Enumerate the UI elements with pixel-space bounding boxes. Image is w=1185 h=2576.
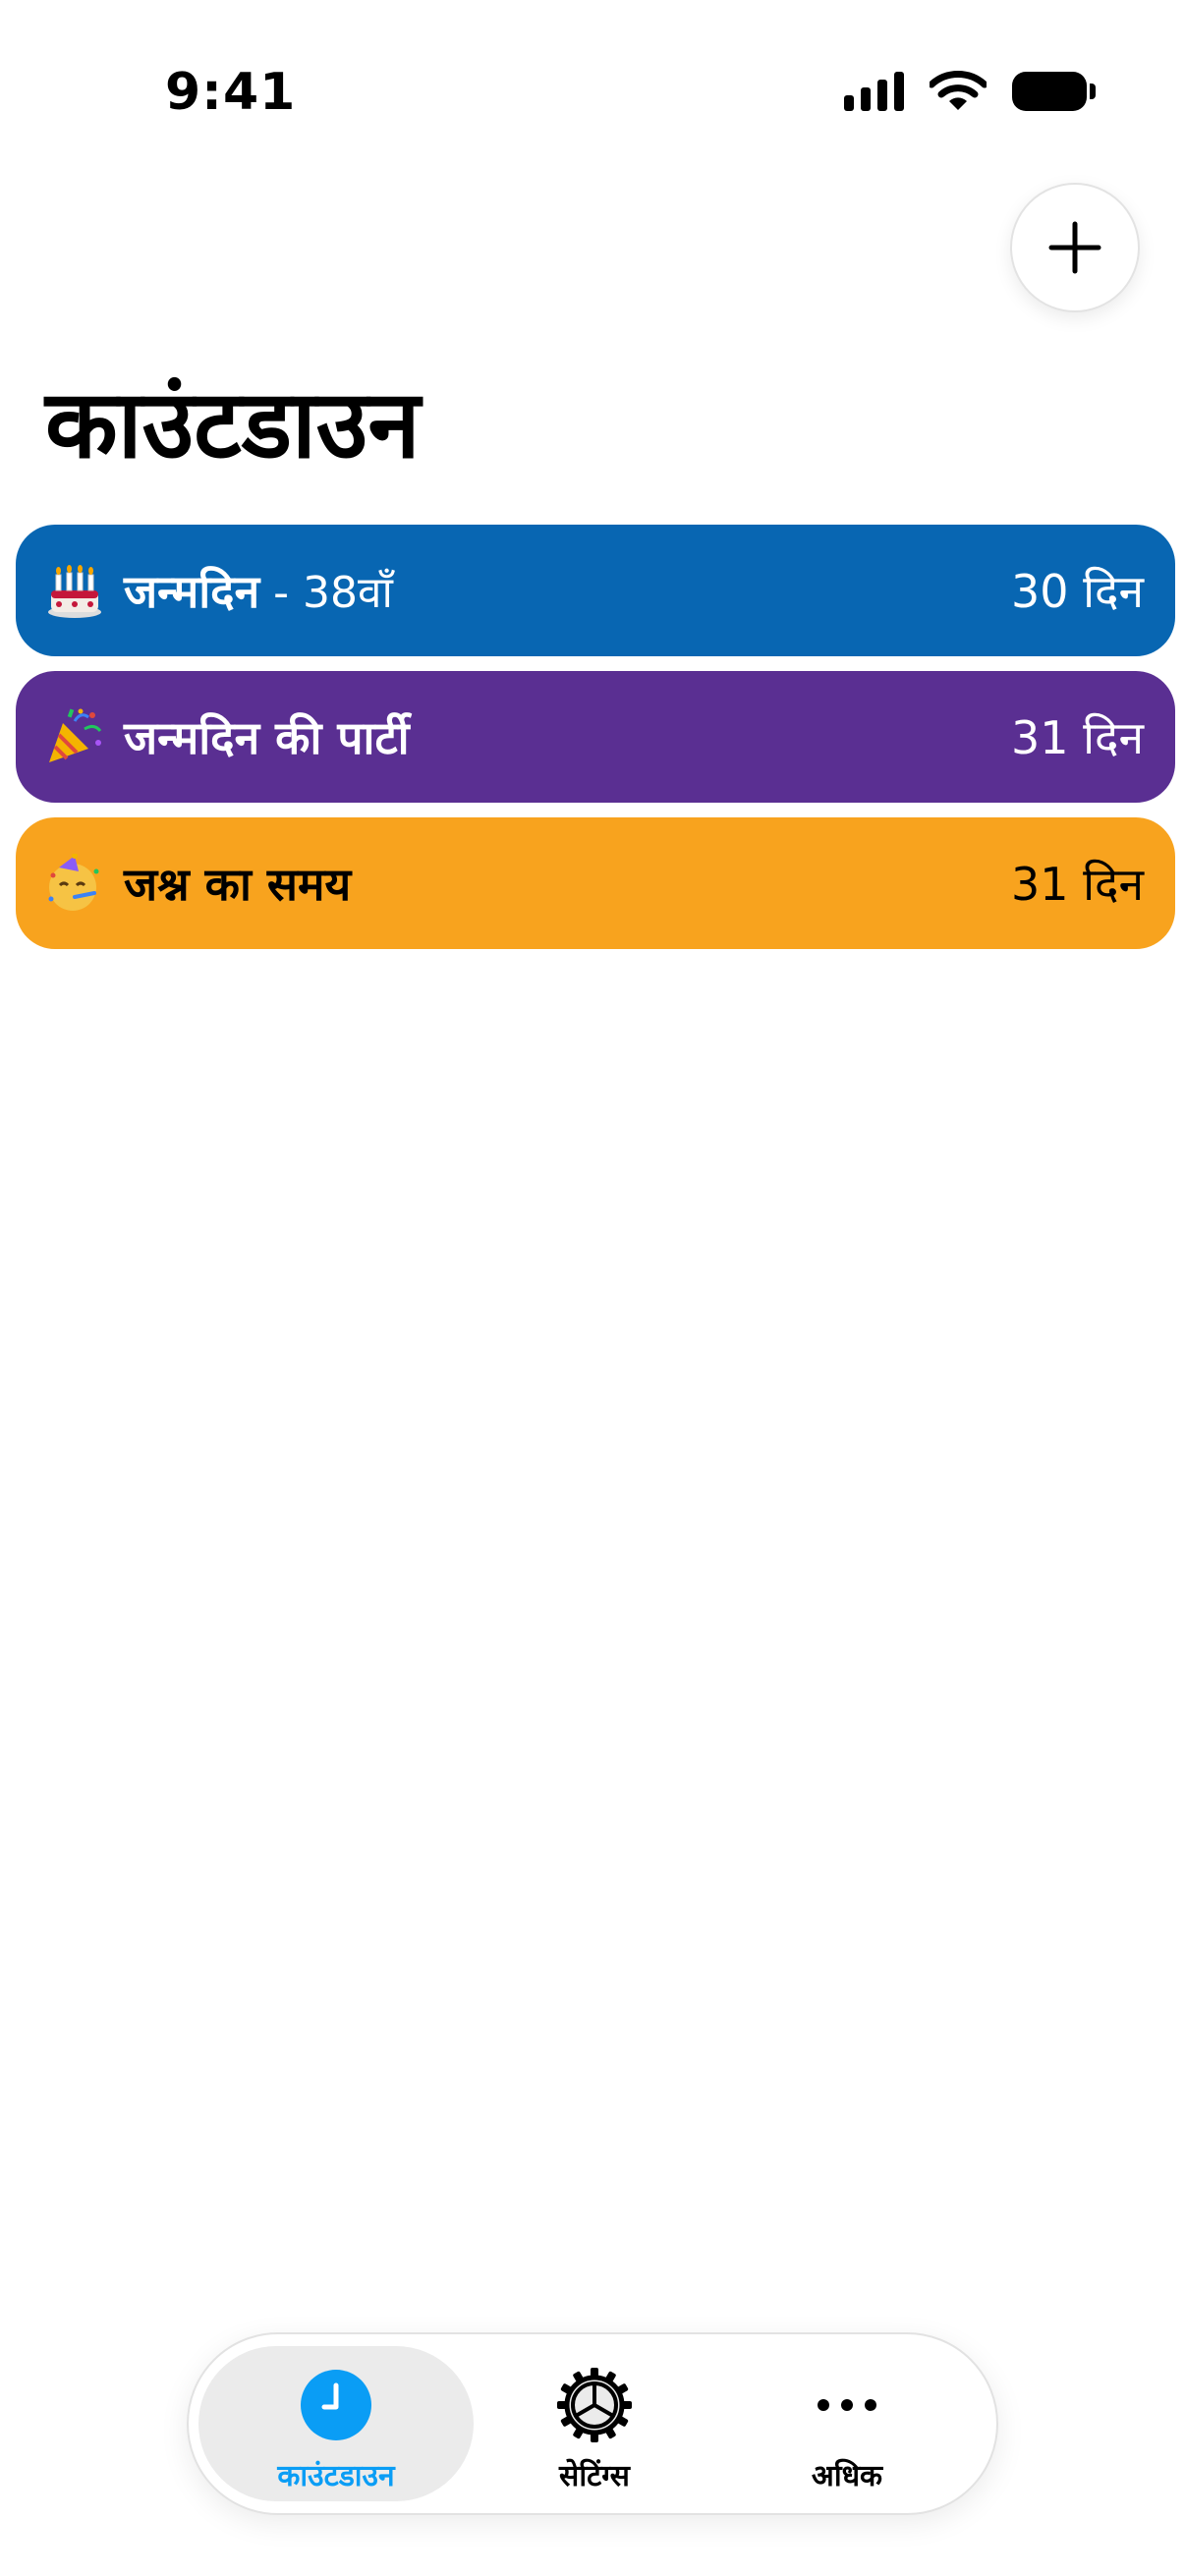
tab-bar: काउंटडाउन सेटिंग्स अधिक [187, 2332, 998, 2515]
tab-settings[interactable]: सेटिंग्स [457, 2346, 732, 2501]
tab-countdown[interactable]: काउंटडाउन [198, 2346, 474, 2501]
party-popper-emoji-icon [49, 708, 102, 762]
tab-label: अधिक [811, 2459, 883, 2493]
partying-face-emoji-icon [48, 854, 99, 911]
ellipsis-icon [818, 2399, 876, 2411]
page-title: काउंटडाउन [45, 369, 421, 479]
countdown-list: जन्मदिन - 38वाँ 30 दिन जन्मदिन की पार्टी… [16, 525, 1175, 964]
status-time: 9:41 [165, 63, 297, 122]
countdown-days: 31 दिन [1010, 711, 1144, 764]
wifi-icon [930, 71, 987, 110]
add-countdown-button[interactable] [1010, 183, 1140, 312]
status-bar: 9:41 [0, 0, 1185, 196]
plus-icon [1048, 221, 1101, 274]
countdown-title: जन्मदिन की पार्टी [124, 711, 410, 764]
countdown-days: 31 दिन [1010, 858, 1144, 911]
tab-label: काउंटडाउन [277, 2459, 395, 2493]
tab-more[interactable]: अधिक [709, 2346, 985, 2501]
countdown-days: 30 दिन [1010, 565, 1144, 618]
gear-icon [557, 2368, 632, 2442]
battery-icon [1012, 72, 1096, 111]
tab-label: सेटिंग्स [559, 2459, 630, 2493]
countdown-title: जश्न का समय [124, 858, 352, 911]
clock-icon [301, 2370, 371, 2440]
countdown-item[interactable]: जन्मदिन की पार्टी 31 दिन [16, 671, 1175, 803]
countdown-item[interactable]: जश्न का समय 31 दिन [16, 817, 1175, 949]
status-icons [844, 71, 1096, 112]
countdown-title: जन्मदिन [124, 565, 260, 618]
countdown-item[interactable]: जन्मदिन - 38वाँ 30 दिन [16, 525, 1175, 656]
birthday-cake-emoji-icon [48, 565, 101, 618]
cellular-signal-icon [844, 72, 904, 111]
countdown-subtitle: - 38वाँ [273, 568, 393, 618]
